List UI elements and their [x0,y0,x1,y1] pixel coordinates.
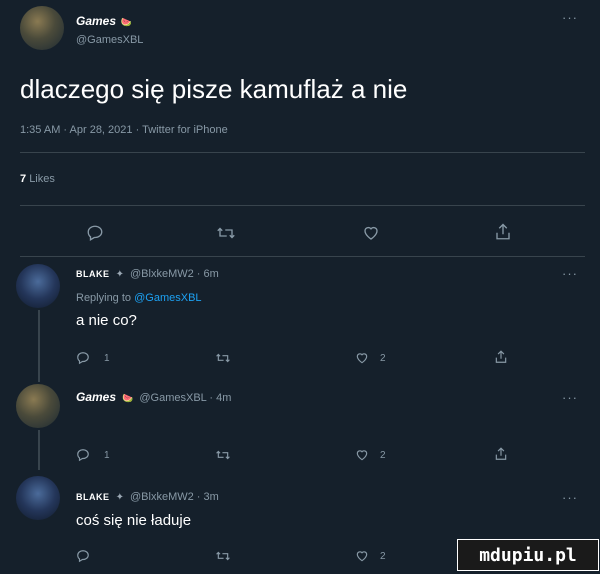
tweet-meta[interactable]: 1:35 AM · Apr 28, 2021 · Twitter for iPh… [20,124,228,136]
replying-to: Replying to @GamesXBL [76,292,202,304]
like-icon[interactable] [355,448,369,462]
like-icon[interactable] [355,351,369,365]
likes-label: Likes [29,173,55,185]
author-handle[interactable]: @GamesXBL [76,34,143,46]
divider [20,256,585,257]
author-badge: 🍉 [120,17,132,27]
tweet-text: dlaczego się pisze kamuflaż a nie [20,74,408,104]
retweet-icon[interactable] [216,224,236,242]
share-icon[interactable] [494,349,508,365]
author-avatar[interactable] [20,6,64,50]
reply-more-button[interactable]: ··· [562,490,578,505]
share-icon[interactable] [494,222,512,242]
reply-author-badge: ✦ [115,492,124,503]
reply-header[interactable]: Games 🍉 @GamesXBL · 4m [76,390,231,404]
reply-icon[interactable] [76,448,90,462]
reply-icon[interactable] [76,549,90,563]
reply-author-name[interactable]: BLAKE [76,492,110,502]
divider [20,205,585,206]
retweet-icon[interactable] [215,549,231,563]
reply-count: 1 [104,353,110,364]
site-watermark: mdupiu.pl [457,539,599,571]
replying-to-handle[interactable]: @GamesXBL [134,292,201,304]
reply-author-name[interactable]: BLAKE [76,269,110,279]
reply-header[interactable]: BLAKE ✦ @BlxkeMW2 · 3m [76,491,219,503]
reply-more-button[interactable]: ··· [562,266,578,281]
likes-count: 7 [20,173,27,185]
reply-author-badge: 🍉 [122,393,134,403]
reply-author-name[interactable]: Games [76,390,116,404]
author-name-row[interactable]: Games 🍉 [76,12,132,30]
reply-icon[interactable] [86,224,104,242]
retweet-icon[interactable] [215,448,231,462]
like-count: 2 [380,353,386,364]
divider [20,152,585,153]
reply-more-button[interactable]: ··· [562,390,578,405]
thread-line [38,310,40,382]
like-icon[interactable] [362,224,380,242]
replying-to-prefix: Replying to [76,292,132,304]
reply-header[interactable]: BLAKE ✦ @BlxkeMW2 · 6m [76,268,219,280]
like-count: 2 [380,450,386,461]
retweet-icon[interactable] [215,351,231,365]
thread-line [38,430,40,470]
reply-author-badge: ✦ [115,269,124,280]
reply-avatar[interactable] [16,476,60,520]
reply-icon[interactable] [76,351,90,365]
more-options-button[interactable]: ··· [562,10,578,25]
reply-count: 1 [104,450,110,461]
reply-handle-time[interactable]: @GamesXBL · 4m [139,392,231,404]
like-icon[interactable] [355,549,369,563]
reply-avatar[interactable] [16,264,60,308]
reply-handle-time[interactable]: @BlxkeMW2 · 6m [130,268,219,280]
reply-text: coś się nie ładuje [76,512,192,529]
reply-handle-time[interactable]: @BlxkeMW2 · 3m [130,491,219,503]
likes-stat[interactable]: 7 Likes [20,173,55,185]
like-count: 2 [380,551,386,562]
author-name[interactable]: Games [76,14,116,28]
share-icon[interactable] [494,446,508,462]
reply-avatar[interactable] [16,384,60,428]
reply-text: a nie co? [76,312,137,329]
